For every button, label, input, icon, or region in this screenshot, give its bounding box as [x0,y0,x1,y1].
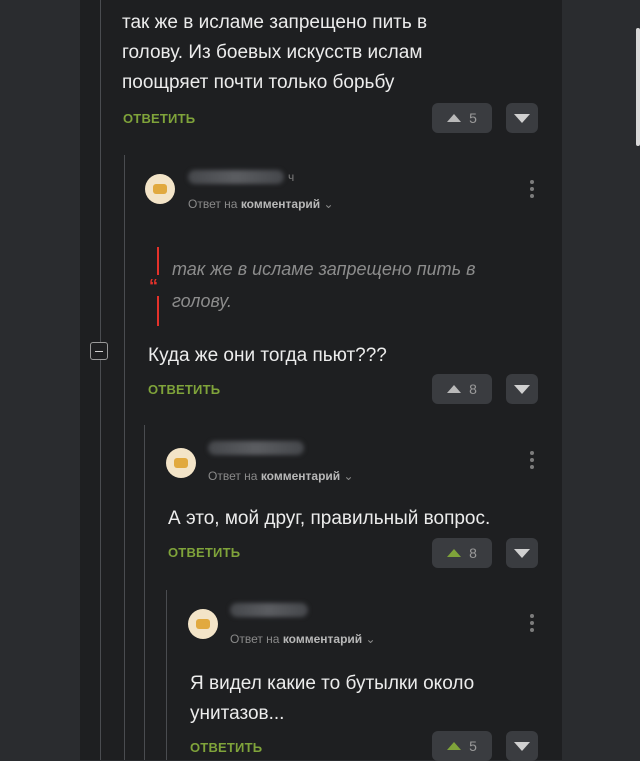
downvote-icon [514,741,530,751]
thread-line[interactable] [124,155,125,760]
reply-button[interactable]: ОТВЕТИТЬ [168,545,240,560]
reply-to-link[interactable]: Ответ на комментарий ⌄ [188,197,334,211]
vote-count: 8 [469,381,477,397]
upvote-icon [447,114,462,122]
vote-count: 5 [469,110,477,126]
chevron-down-icon: ⌄ [343,469,354,483]
comment-text: поощряет почти только борьбу [122,72,395,93]
quote-text: так же в исламе запрещено пить в [172,259,476,279]
comment-text: Куда же они тогда пьют??? [148,345,387,366]
more-options-icon[interactable] [530,451,534,469]
comment-time: ч [288,170,295,184]
comment-text: Я видел какие то бутылки около [190,673,475,694]
thread-line[interactable] [100,0,101,760]
comment-text: голову. Из боевых искусств ислам [122,42,423,63]
upvote-icon [447,549,462,557]
reply-button[interactable]: ОТВЕТИТЬ [190,740,262,755]
comment-text: унитазов... [190,703,285,724]
upvote-icon [447,385,462,393]
minus-icon [95,350,103,352]
chevron-down-icon: ⌄ [365,632,376,646]
username-blurred[interactable] [230,603,308,617]
upvote-button[interactable]: 8 [432,538,492,568]
reply-to-link[interactable]: Ответ на комментарий ⌄ [208,469,354,483]
avatar[interactable] [166,448,196,478]
downvote-button[interactable] [506,538,538,568]
reply-button[interactable]: ОТВЕТИТЬ [148,382,220,397]
avatar[interactable] [188,609,218,639]
upvote-button[interactable]: 5 [432,103,492,133]
downvote-button[interactable] [506,731,538,761]
reply-button[interactable]: ОТВЕТИТЬ [123,111,195,126]
upvote-icon [447,742,462,750]
reply-to-link[interactable]: Ответ на комментарий ⌄ [230,632,376,646]
more-options-icon[interactable] [530,180,534,198]
avatar[interactable] [145,174,175,204]
avatar-icon [196,619,210,629]
upvote-button[interactable]: 8 [432,374,492,404]
more-options-icon[interactable] [530,614,534,632]
comment-text: так же в исламе запрещено пить в [122,12,428,33]
chevron-down-icon: ⌄ [323,197,334,211]
quote-bar [157,296,159,326]
quote-bar [157,247,159,275]
downvote-icon [514,384,530,394]
vote-count: 5 [469,738,477,754]
avatar-icon [174,458,188,468]
scrollbar[interactable] [636,28,640,146]
username-blurred[interactable] [208,441,304,455]
downvote-icon [514,548,530,558]
username-blurred[interactable] [188,170,284,184]
quote-icon: “ [149,276,158,296]
upvote-button[interactable]: 5 [432,731,492,761]
comment-text: А это, мой друг, правильный вопрос. [168,508,491,529]
downvote-button[interactable] [506,103,538,133]
downvote-icon [514,113,530,123]
collapse-thread-button[interactable] [90,342,108,360]
quote-text: голову. [172,291,233,311]
avatar-icon [153,184,167,194]
vote-count: 8 [469,545,477,561]
thread-line[interactable] [166,590,167,760]
comments-panel: так же в исламе запрещено пить в голову.… [80,0,640,761]
downvote-button[interactable] [506,374,538,404]
thread-line[interactable] [144,425,145,760]
